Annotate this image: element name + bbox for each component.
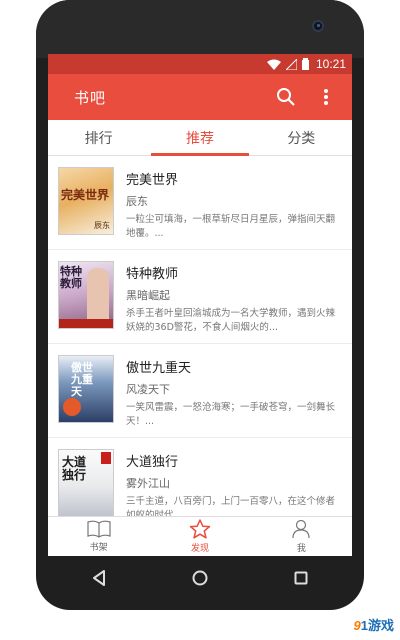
search-button[interactable] [274, 85, 298, 109]
book-title: 傲世九重天 [126, 361, 192, 376]
book-cover: 特种教师 [58, 261, 114, 329]
book-cover: 大道独行 [58, 449, 114, 516]
back-button[interactable] [79, 563, 119, 593]
page-title: 书吧 [74, 88, 107, 107]
book-description: 杀手王者叶皇回渝城成为一名大学教师，遇到火辣妖娆的36D警花，不食人间烟火的..… [126, 308, 336, 333]
book-list: 完美世界 辰东 完美世界 辰东 一粒尘可填海，一根草斩尽日月星辰，弹指间天翻地覆… [48, 156, 352, 516]
cover-title-text: 傲世九重天 [71, 361, 93, 398]
nav-discover[interactable]: 发现 [149, 517, 250, 556]
cover-seal [101, 452, 111, 464]
site-watermark: 91游戏 [354, 615, 394, 634]
book-author: 雾外江山 [126, 477, 170, 490]
back-triangle-icon [92, 570, 105, 586]
book-cover: 傲世九重天 [58, 355, 114, 423]
wifi-icon [266, 59, 281, 70]
status-bar: 10:21 [48, 54, 352, 74]
more-options-button[interactable] [314, 85, 338, 109]
action-bar: 书吧 [48, 74, 352, 120]
app-screen: 10:21 书吧 排行 推荐 分类 完美世界 辰东 完美世界 辰东 一粒尘可填海… [48, 54, 352, 556]
tab-ranking[interactable]: 排行 [48, 120, 149, 155]
more-vert-icon [324, 89, 328, 105]
book-cover: 完美世界 辰东 [58, 167, 114, 235]
book-author: 风凌天下 [126, 383, 170, 396]
cover-author-text: 辰东 [94, 221, 110, 230]
front-camera [312, 20, 324, 32]
cover-title-text: 大道独行 [62, 455, 87, 482]
star-icon [189, 519, 211, 539]
book-icon [87, 520, 111, 538]
search-icon [277, 88, 295, 106]
recents-square-icon [294, 571, 308, 585]
tab-category[interactable]: 分类 [251, 120, 352, 155]
bottom-navigation: 书架 发现 我 [48, 516, 352, 556]
nav-label: 我 [296, 544, 306, 554]
home-button[interactable] [180, 563, 220, 593]
cover-title-text: 特种教师 [60, 265, 82, 290]
book-list-item[interactable]: 特种教师 特种教师 黑暗崛起 杀手王者叶皇回渝城成为一名大学教师，遇到火辣妖娆的… [48, 250, 352, 344]
cover-banner [59, 319, 113, 328]
status-time: 10:21 [315, 57, 346, 71]
book-list-item[interactable]: 完美世界 辰东 完美世界 辰东 一粒尘可填海，一根草斩尽日月星辰，弹指间天翻地覆… [48, 156, 352, 250]
nav-me[interactable]: 我 [251, 517, 352, 556]
book-title: 完美世界 [126, 173, 179, 188]
person-icon [292, 519, 310, 539]
book-description: 一粒尘可填海，一根草斩尽日月星辰，弹指间天翻地覆。... [126, 214, 336, 239]
nav-label: 发现 [190, 544, 209, 554]
signal-icon [285, 58, 297, 70]
home-circle-icon [192, 570, 208, 586]
book-description: 三千主道，八百旁门，上门一百零八，在这个修者如蚁的时代... [126, 496, 336, 516]
battery-icon [301, 58, 309, 70]
cover-figure [87, 268, 109, 324]
book-list-item[interactable]: 傲世九重天 傲世九重天 风凌天下 一笑风雷震，一怒沧海寒；一手破苍穹，一剑舞长天… [48, 344, 352, 438]
book-description: 一笑风雷震，一怒沧海寒；一手破苍穹，一剑舞长天！... [126, 402, 336, 427]
book-list-item[interactable]: 大道独行 大道独行 雾外江山 三千主道，八百旁门，上门一百零八，在这个修者如蚁的… [48, 438, 352, 516]
nav-label: 书架 [89, 543, 108, 553]
watermark-number: 9 [353, 618, 361, 633]
cover-title-text: 完美世界 [61, 188, 110, 202]
nav-bookshelf[interactable]: 书架 [48, 517, 149, 556]
recents-button[interactable] [281, 563, 321, 593]
book-author: 辰东 [126, 195, 148, 208]
cover-flame [63, 398, 81, 416]
system-navigation-bar [48, 558, 352, 598]
tab-recommend[interactable]: 推荐 [149, 120, 250, 156]
book-author: 黑暗崛起 [126, 289, 170, 302]
watermark-text: 1游戏 [360, 618, 394, 633]
book-title: 大道独行 [126, 455, 179, 470]
book-title: 特种教师 [126, 267, 179, 282]
tab-bar: 排行 推荐 分类 [48, 120, 352, 156]
